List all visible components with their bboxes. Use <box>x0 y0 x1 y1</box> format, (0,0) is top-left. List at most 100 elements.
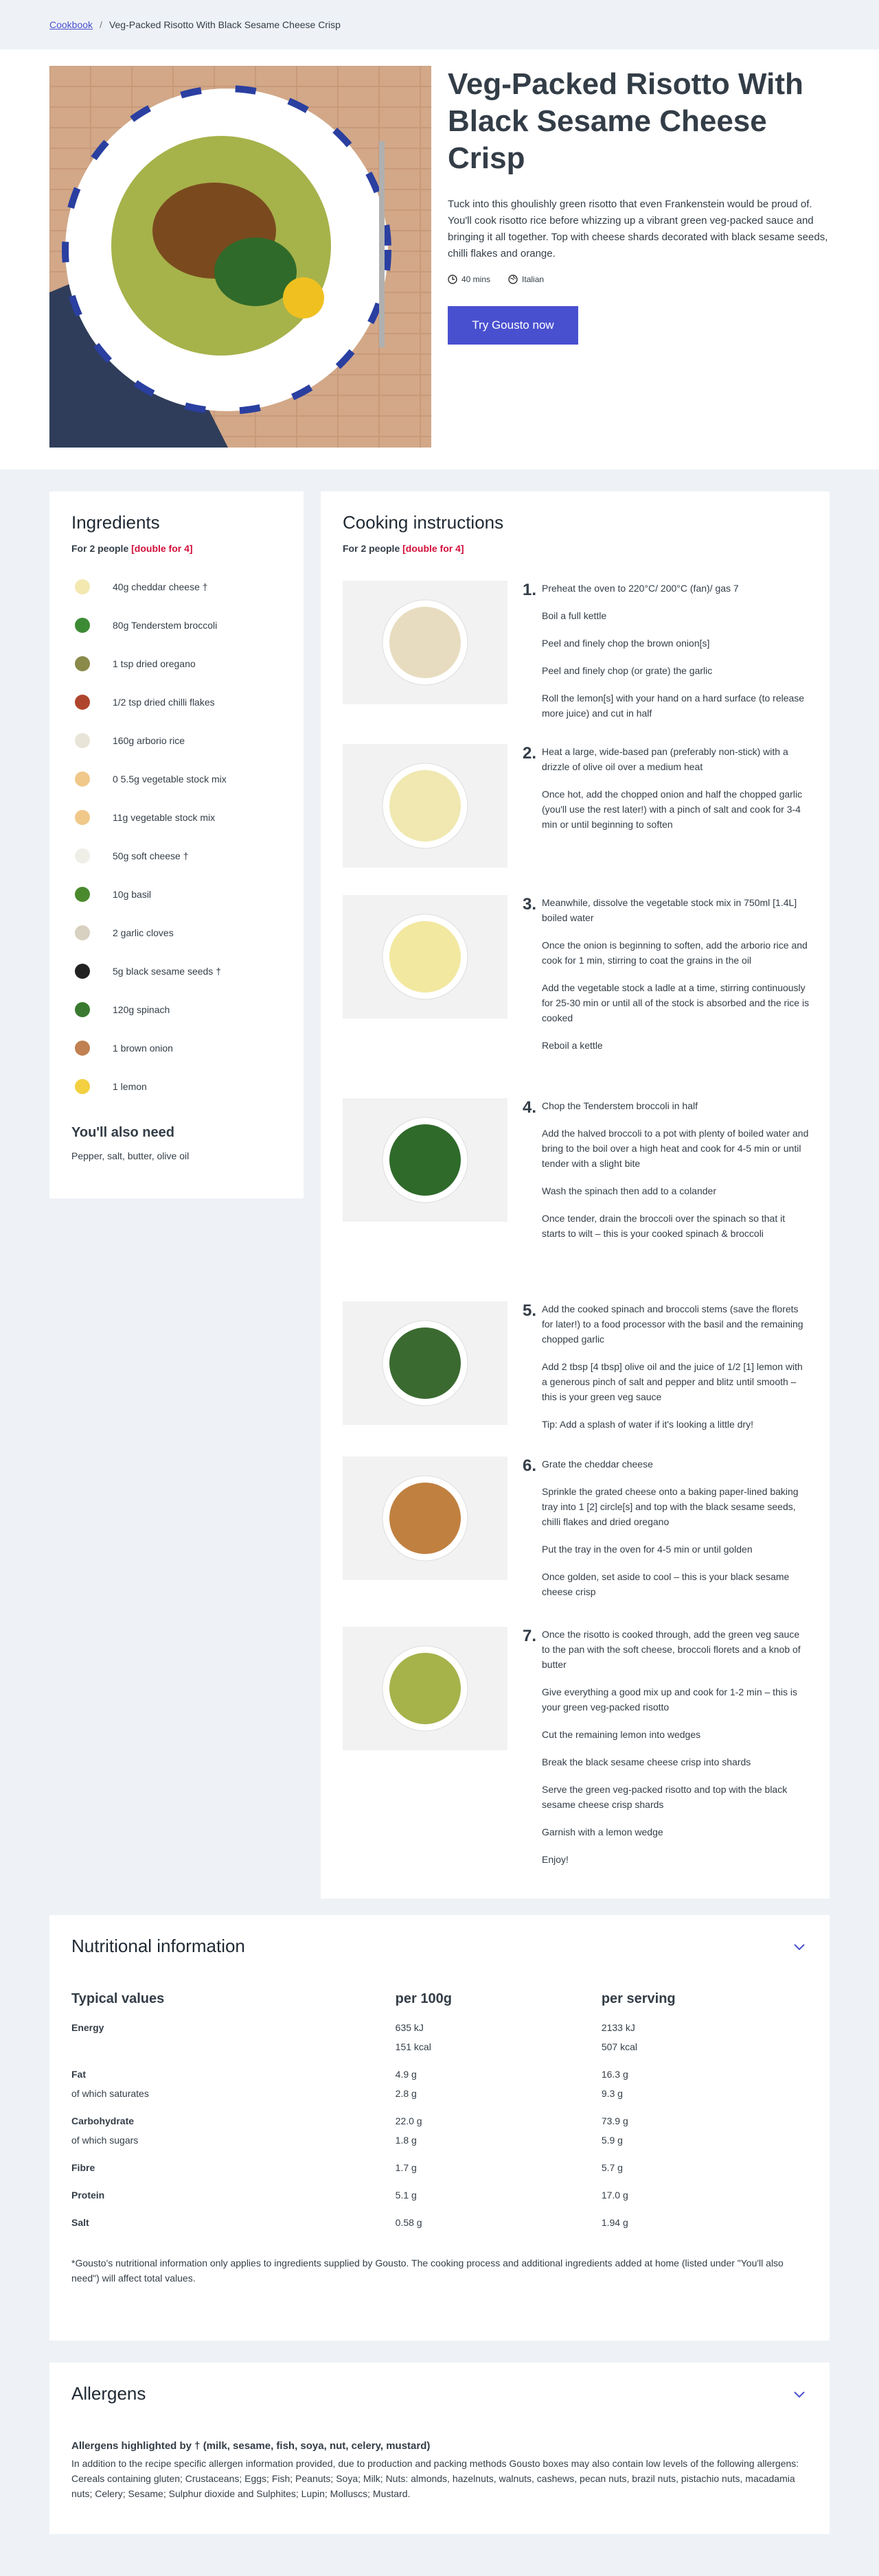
nutrient-per100g: 5.1 g <box>395 2190 417 2201</box>
ingredient-item: 1 brown onion <box>71 1029 282 1067</box>
nutrient-per-serving: 73.9 g <box>601 2115 628 2126</box>
nutrient-per100g: 1.7 g <box>395 2162 417 2173</box>
nutrient-name: Fat <box>71 2069 86 2080</box>
cook-time: 40 mins <box>448 275 490 284</box>
ingredient-image <box>71 768 93 790</box>
chevron-down-icon[interactable] <box>791 1938 808 1955</box>
step-text: Meanwhile, dissolve the vegetable stock … <box>542 897 797 923</box>
nutrient-name: of which sugars <box>71 2135 139 2146</box>
double-for-4-link[interactable]: [double for 4] <box>131 543 192 554</box>
step-text: Add the cooked spinach and broccoli stem… <box>542 1303 803 1345</box>
ingredient-item: 1/2 tsp dried chilli flakes <box>71 683 282 721</box>
ingredient-image <box>71 807 93 828</box>
breadcrumb-current: Veg-Packed Risotto With Black Sesame Che… <box>109 19 341 30</box>
nutrition-header: per 100g <box>395 1991 452 2006</box>
step-number: 3. <box>523 895 537 914</box>
ingredient-image <box>71 845 93 867</box>
cook-time-label: 40 mins <box>461 275 491 284</box>
allergens-card: Allergens Allergens highlighted by † (mi… <box>49 2363 830 2534</box>
nutrition-header: per serving <box>601 1991 676 2006</box>
step-text: Add the vegetable stock a ladle at a tim… <box>542 982 810 1023</box>
step-text: Once tender, drain the broccoli over the… <box>542 1213 786 1239</box>
nutrition-row: Salt 0.58 g 1.94 g <box>71 2205 808 2232</box>
ingredient-label: 11g vegetable stock mix <box>113 812 216 823</box>
ingredient-item: 120g spinach <box>71 990 282 1029</box>
step-text: Sprinkle the grated cheese onto a baking… <box>542 1486 799 1527</box>
step-text: Put the tray in the oven for 4-5 min or … <box>542 1544 753 1555</box>
ingredient-label: 1 lemon <box>113 1081 147 1092</box>
step-image <box>343 581 507 704</box>
ingredient-image <box>71 614 93 636</box>
ingredient-item: 160g arborio rice <box>71 721 282 760</box>
step-text: Serve the green veg-packed risotto and t… <box>542 1784 788 1810</box>
nutrient-per-serving: 1.94 g <box>601 2217 628 2228</box>
ingredient-item: 80g Tenderstem broccoli <box>71 606 282 645</box>
nutrition-card: Nutritional information Typical values pe… <box>49 1915 830 2341</box>
ingredient-label: 1/2 tsp dried chilli flakes <box>113 697 215 708</box>
ingredient-item: 40g cheddar cheese † <box>71 568 282 606</box>
ingredient-image <box>71 960 93 982</box>
ingredient-item: 5g black sesame seeds † <box>71 952 282 990</box>
step-text: Enjoy! <box>542 1854 569 1865</box>
cuisine: Italian <box>508 275 544 284</box>
breadcrumb-cookbook-link[interactable]: Cookbook <box>49 19 93 30</box>
nutrient-per-serving: 16.3 g <box>601 2069 628 2080</box>
ingredient-image <box>71 922 93 944</box>
double-for-4-link[interactable]: [double for 4] <box>402 543 464 554</box>
nutrient-name: Fibre <box>71 2162 95 2173</box>
nutrition-header: Typical values <box>71 1991 165 2006</box>
cooking-servings: For 2 people [double for 4] <box>343 543 464 554</box>
ingredient-label: 10g basil <box>113 889 152 900</box>
try-gousto-button[interactable]: Try Gousto now <box>448 306 578 345</box>
ingredient-label: 1 brown onion <box>113 1043 173 1054</box>
step-text: Once the onion is beginning to soften, a… <box>542 940 808 966</box>
nutrition-footnote: *Gousto's nutritional information only a… <box>71 2258 784 2284</box>
ingredient-item: 10g basil <box>71 875 282 914</box>
nutrition-row: of which sugars 1.8 g 5.9 g <box>71 2131 808 2150</box>
nutrient-per-serving: 5.9 g <box>601 2135 623 2146</box>
ingredient-item: 1 tsp dried oregano <box>71 645 282 683</box>
step-text: Roll the lemon[s] with your hand on a ha… <box>542 693 805 719</box>
breadcrumb: Cookbook / Veg-Packed Risotto With Black… <box>0 0 879 49</box>
step-number: 2. <box>523 744 537 763</box>
nutrient-per100g: 22.0 g <box>395 2115 422 2126</box>
allergens-title: Allergens <box>71 2383 146 2404</box>
recipe-title: Veg-Packed Risotto With Black Sesame Che… <box>448 67 803 175</box>
nutrition-row: Fat 4.9 g 16.3 g <box>71 2056 808 2084</box>
step-text: Grate the cheddar cheese <box>542 1459 653 1470</box>
step-image <box>343 1627 507 1750</box>
ingredient-image <box>71 883 93 905</box>
step-image <box>343 895 507 1019</box>
step-text: Chop the Tenderstem broccoli in half <box>542 1100 698 1111</box>
allergens-text: In addition to the recipe specific aller… <box>71 2458 799 2499</box>
nutrition-row: Protein 5.1 g 17.0 g <box>71 2177 808 2205</box>
step-text: Peel and finely chop (or grate) the garl… <box>542 665 713 676</box>
ingredient-label: 120g spinach <box>113 1004 170 1015</box>
allergens-highlight: Allergens highlighted by † (milk, sesame… <box>71 2440 431 2452</box>
ingredient-image <box>71 1076 93 1098</box>
step-text: Give everything a good mix up and cook f… <box>542 1686 797 1713</box>
step-text: Once golden, set aside to cool – this is… <box>542 1571 790 1597</box>
ingredient-image <box>71 1037 93 1059</box>
step-image <box>343 1301 507 1425</box>
ingredient-item: 0 5.5g vegetable stock mix <box>71 760 282 798</box>
nutrient-per-serving: 17.0 g <box>601 2190 628 2201</box>
cooking-title: Cooking instructions <box>343 512 504 533</box>
step-text: Wash the spinach then add to a colander <box>542 1185 716 1196</box>
step-text: Once hot, add the chopped onion and half… <box>542 789 803 830</box>
step-text: Reboil a kettle <box>542 1040 603 1051</box>
nutrient-per-serving: 2133 kJ <box>601 2022 635 2033</box>
nutrient-per100g: 635 kJ <box>395 2022 424 2033</box>
nutrient-name: Energy <box>71 2022 104 2033</box>
ingredient-list: 40g cheddar cheese † 80g Tenderstem brocc… <box>71 568 282 1106</box>
step-text: Add 2 tbsp [4 tbsp] olive oil and the ju… <box>542 1361 803 1402</box>
nutrient-per-serving: 507 kcal <box>601 2041 637 2052</box>
nutrition-row: of which saturates 2.8 g 9.3 g <box>71 2084 808 2103</box>
chevron-down-icon[interactable] <box>791 2386 808 2402</box>
step-number: 1. <box>523 581 537 599</box>
recipe-header: Veg-Packed Risotto With Black Sesame Che… <box>448 66 832 345</box>
ingredients-title: Ingredients <box>71 512 160 533</box>
ingredient-item: 2 garlic cloves <box>71 914 282 952</box>
cooking-instructions-card: Cooking instructions For 2 people [doubl… <box>321 491 830 1899</box>
ingredient-label: 160g arborio rice <box>113 735 185 746</box>
